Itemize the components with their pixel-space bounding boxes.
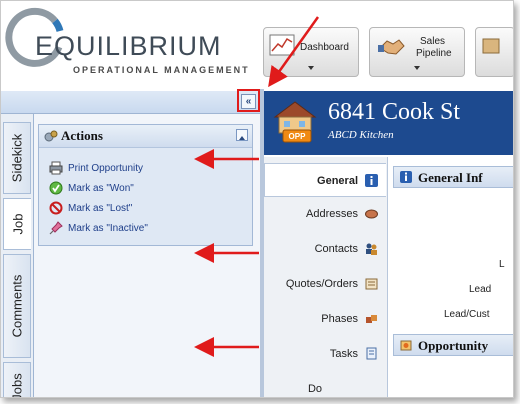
nav-general-label: General	[317, 175, 358, 187]
nav-contacts[interactable]: Contacts	[264, 234, 386, 264]
record-subtitle: ABCD Kitchen	[328, 129, 394, 141]
mark-inactive-link[interactable]: Mark as "Inactive"	[49, 221, 148, 235]
app-window: EQUILIBRIUM OPERATIONAL MANAGEMENT Dashb…	[0, 0, 514, 398]
opp-badge: OPP	[289, 132, 307, 141]
nav-phases-label: Phases	[321, 313, 358, 325]
sidekick-toolbar	[1, 91, 261, 114]
app-header: EQUILIBRIUM OPERATIONAL MANAGEMENT Dashb…	[1, 1, 513, 87]
record-content	[393, 157, 513, 397]
tab-sidekick-label: Sidekick	[9, 133, 25, 183]
tasks-icon	[366, 347, 377, 360]
chart-icon	[269, 34, 295, 56]
nav-tasks[interactable]: Tasks	[264, 339, 386, 369]
dashboard-button[interactable]: Dashboard	[263, 27, 359, 77]
opportunity-header[interactable]: Opportunity	[393, 334, 513, 356]
sales-pipeline-button[interactable]: Sales Pipeline	[369, 27, 465, 77]
tab-jobs[interactable]: Jobs	[3, 362, 31, 398]
contacts-icon	[366, 243, 377, 255]
nav-documents[interactable]: Do	[264, 374, 386, 397]
mark-lost-label: Mark as "Lost"	[68, 202, 133, 214]
sidekick-tabs: Sidekick Job Comments Jobs	[1, 114, 34, 398]
nav-contacts-label: Contacts	[314, 243, 358, 255]
info-icon	[400, 171, 412, 183]
phases-icon	[366, 315, 377, 323]
field-label: Lead	[469, 284, 492, 295]
field-label: L	[499, 259, 505, 270]
chevron-down-icon	[414, 66, 420, 70]
tab-job-label: Job	[10, 213, 25, 235]
info-icon	[365, 174, 378, 187]
chevron-down-icon	[308, 66, 314, 70]
tab-jobs-label: Jobs	[9, 373, 25, 398]
pin-icon	[49, 221, 63, 235]
print-opportunity-label: Print Opportunity	[68, 162, 144, 174]
logo-tagline: OPERATIONAL MANAGEMENT	[73, 65, 250, 75]
chevron-up-icon	[239, 136, 245, 140]
gears-icon	[44, 130, 58, 142]
general-info-title: General Inf	[418, 170, 483, 185]
actions-panel: Actions Print Opportunity Mark as "Won"	[38, 124, 253, 246]
nav-addresses[interactable]: Addresses	[264, 199, 386, 229]
more-button[interactable]	[475, 27, 513, 77]
nav-documents-label: Do	[307, 383, 322, 395]
quotes-icon	[365, 278, 378, 290]
actions-header: Actions	[39, 125, 252, 148]
tab-job[interactable]: Job	[3, 198, 31, 250]
print-opportunity-link[interactable]: Print Opportunity	[49, 161, 143, 175]
dashboard-label: Dashboard	[300, 42, 349, 53]
logo-wordmark: EQUILIBRIUM	[35, 31, 222, 61]
sales-label-line1: Sales	[420, 36, 446, 47]
tab-sidekick[interactable]: Sidekick	[3, 122, 31, 194]
collapse-actions-button[interactable]	[236, 129, 248, 141]
no-icon	[49, 201, 63, 215]
address-icon	[365, 209, 378, 219]
record-title: 6841 Cook St	[328, 99, 461, 125]
collapse-sidekick-button[interactable]: «	[241, 94, 256, 109]
opportunity-title: Opportunity	[418, 338, 489, 353]
check-icon	[49, 181, 63, 195]
field-label: Lead/Cust	[444, 309, 490, 320]
nav-tasks-label: Tasks	[329, 348, 358, 360]
actions-title: Actions	[61, 128, 103, 143]
nav-addresses-label: Addresses	[306, 208, 358, 220]
mark-inactive-label: Mark as "Inactive"	[68, 222, 148, 234]
printer-icon	[49, 161, 63, 175]
nav-phases[interactable]: Phases	[264, 304, 386, 334]
opportunity-icon	[400, 340, 412, 351]
handshake-icon	[378, 39, 405, 55]
general-info-header[interactable]: General Inf	[393, 166, 513, 188]
mark-won-link[interactable]: Mark as "Won"	[49, 181, 134, 195]
nav-quotes-orders[interactable]: Quotes/Orders	[264, 269, 386, 299]
tab-comments[interactable]: Comments	[3, 254, 31, 358]
mark-won-label: Mark as "Won"	[68, 182, 134, 194]
box-icon	[482, 38, 500, 54]
nav-quotes-label: Quotes/Orders	[285, 278, 358, 290]
nav-general[interactable]: General	[264, 163, 386, 197]
mark-lost-link[interactable]: Mark as "Lost"	[49, 201, 132, 215]
tab-comments-label: Comments	[9, 274, 25, 338]
sales-label-line2: Pipeline	[416, 48, 452, 59]
house-icon: OPP	[273, 101, 317, 143]
